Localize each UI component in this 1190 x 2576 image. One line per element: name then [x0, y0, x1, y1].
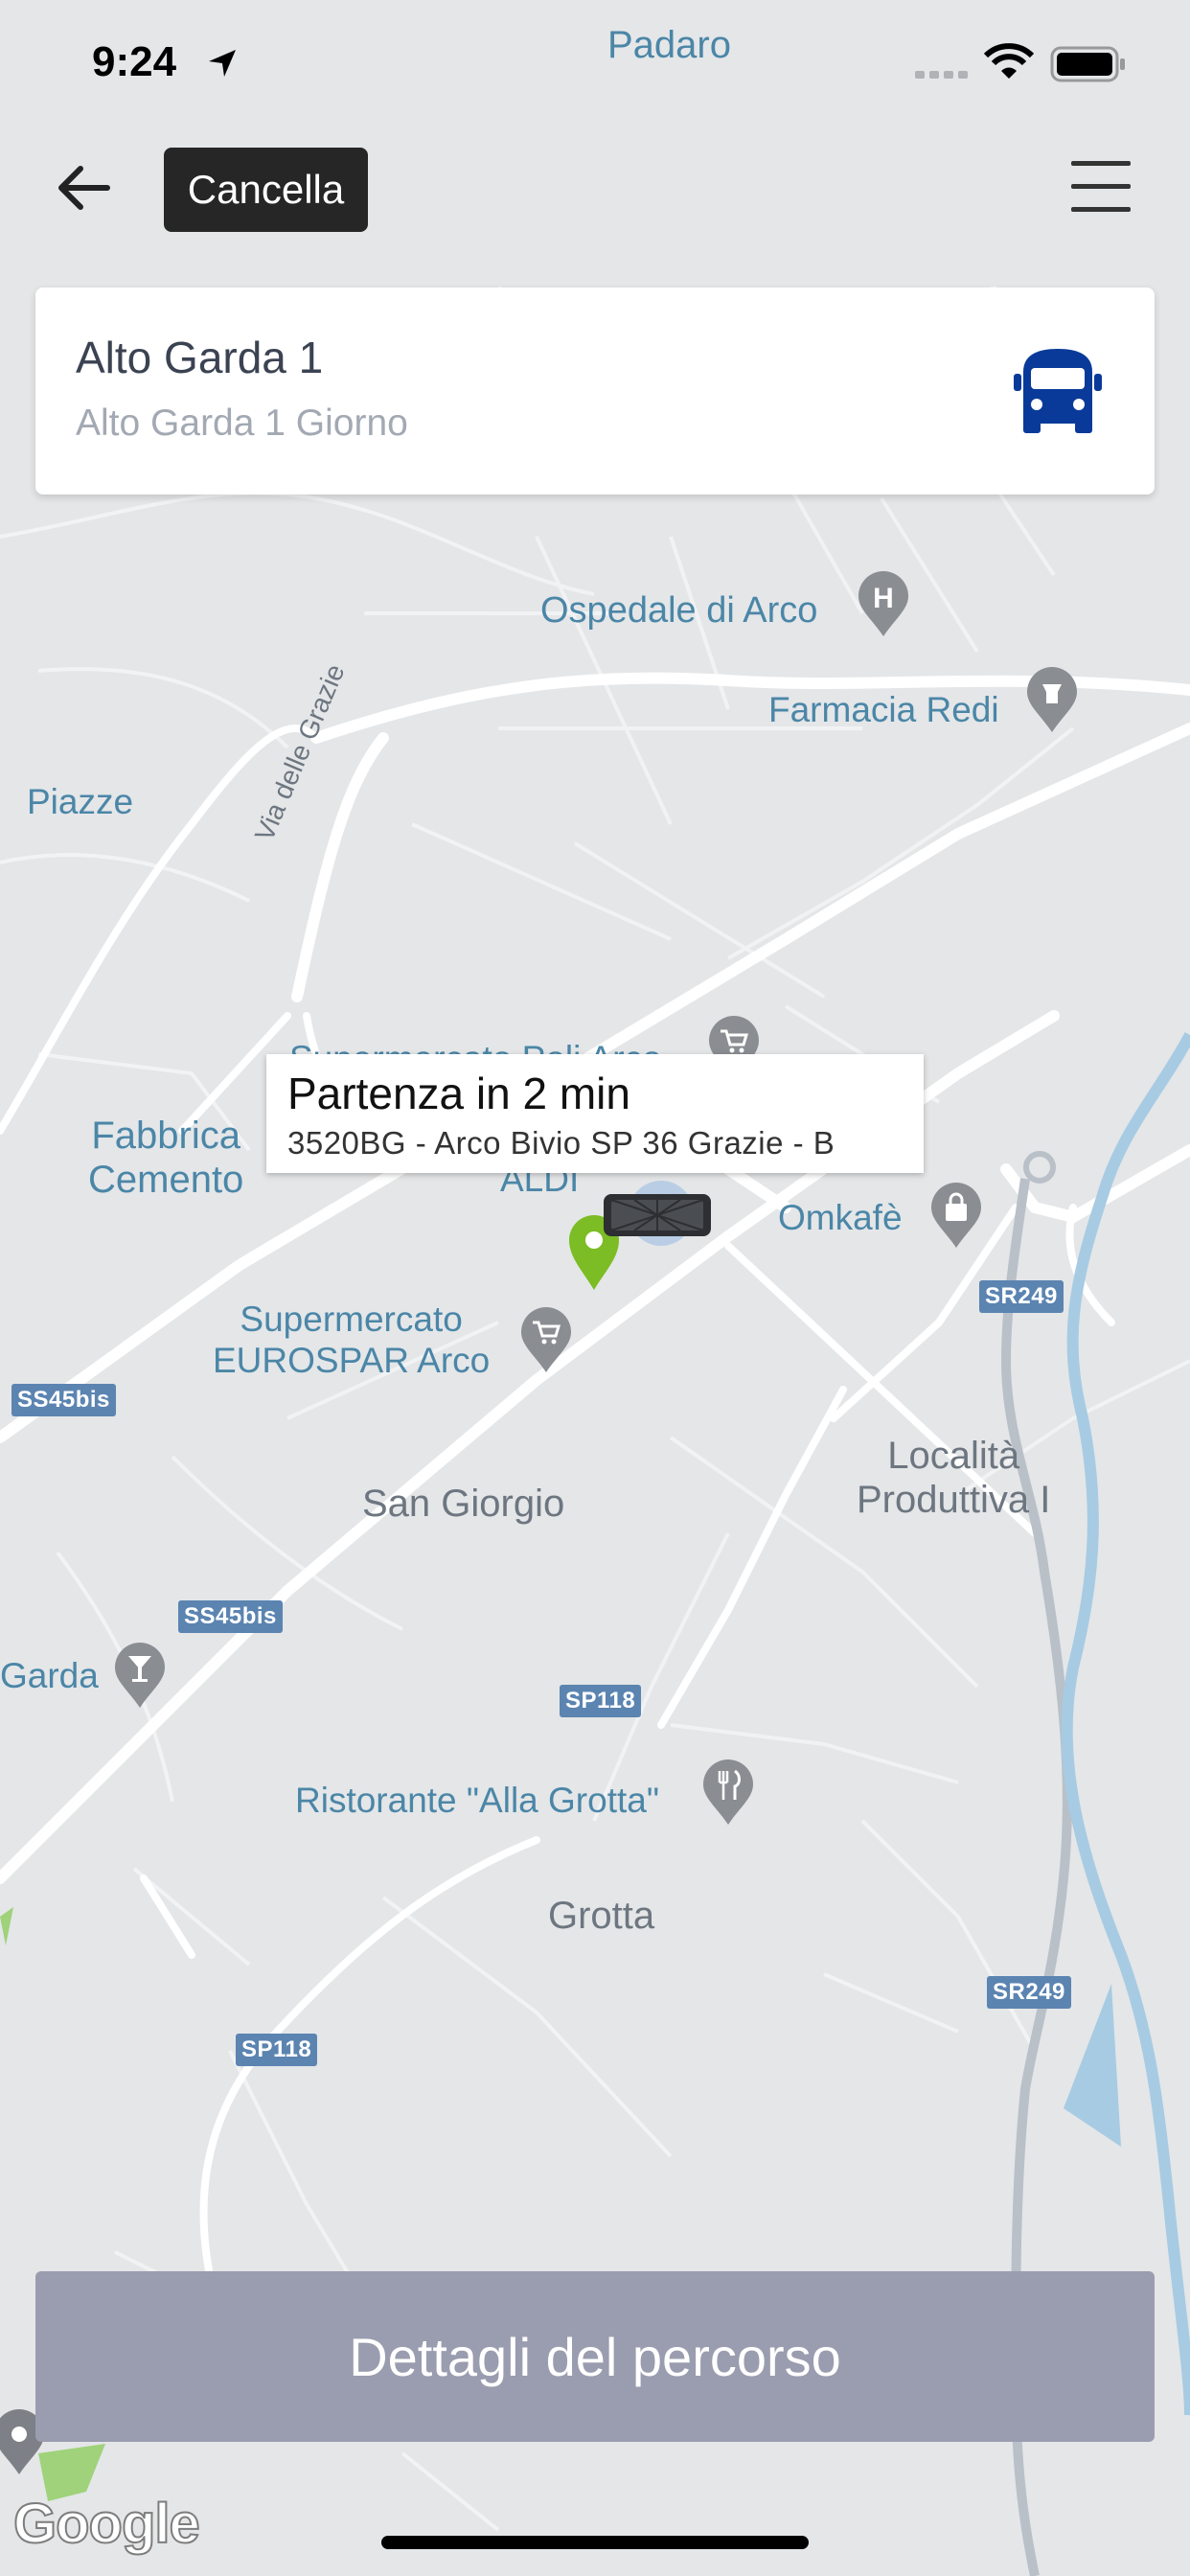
map-label-ristorante: Ristorante "Alla Grotta"	[295, 1781, 659, 1820]
cancel-button[interactable]: Cancella	[164, 148, 368, 232]
stop-name: 3520BG - Arco Bivio SP 36 Grazie - B	[287, 1125, 835, 1161]
hamburger-menu-icon[interactable]	[1071, 161, 1131, 212]
departure-callout[interactable]: Partenza in 2 min 3520BG - Arco Bivio SP…	[266, 1054, 924, 1173]
route-details-button[interactable]: Dettagli del percorso	[35, 2271, 1155, 2442]
road-tag-ss45bis: SS45bis	[178, 1600, 283, 1633]
map-label-localita: Località Produttiva I	[857, 1434, 1050, 1522]
battery-icon	[1050, 46, 1125, 82]
map-label-eurospar: Supermercato EUROSPAR Arco	[213, 1300, 490, 1381]
map-label-piazze: Piazze	[27, 782, 134, 821]
map-label-fabbrica-line1: Fabbrica	[91, 1115, 240, 1157]
hospital-pin-icon[interactable]: H	[855, 569, 912, 638]
map-label-farmacia: Farmacia Redi	[768, 690, 999, 729]
bus-vehicle-icon[interactable]	[600, 1188, 715, 1242]
road-tag-sp118: SP118	[236, 2034, 318, 2066]
location-arrow-icon	[209, 50, 236, 77]
route-subtitle: Alto Garda 1 Giorno	[76, 402, 408, 444]
map-label-localita-line1: Località	[887, 1435, 1020, 1477]
bus-icon	[1014, 349, 1102, 433]
back-arrow-icon[interactable]	[54, 157, 115, 218]
road-tag-sr249: SR249	[979, 1280, 1064, 1313]
road-tag-sp118: SP118	[560, 1685, 642, 1717]
map-label-eurospar-line2: EUROSPAR Arco	[213, 1340, 491, 1380]
bar-pin-icon[interactable]	[111, 1641, 169, 1710]
route-card[interactable]: Alto Garda 1 Alto Garda 1 Giorno	[35, 288, 1155, 494]
departure-time: Partenza in 2 min	[287, 1069, 630, 1118]
google-logo: Google	[12, 2492, 201, 2556]
map-label-eurospar-line1: Supermercato	[240, 1300, 463, 1339]
status-time: 9:24	[92, 38, 177, 85]
map-label-san-giorgio: San Giorgio	[362, 1483, 565, 1525]
map-label-grotta: Grotta	[548, 1895, 655, 1937]
route-title: Alto Garda 1	[76, 333, 324, 382]
map-label-localita-line2: Produttiva I	[857, 1479, 1051, 1521]
map-label-fabbrica-line2: Cemento	[88, 1159, 244, 1201]
road-tag-sr249: SR249	[987, 1976, 1071, 2009]
shopping-cart-pin-icon[interactable]	[517, 1305, 575, 1374]
shopping-bag-pin-icon[interactable]	[927, 1181, 985, 1250]
home-indicator[interactable]	[381, 2536, 809, 2549]
map-label-garda: Garda	[0, 1656, 99, 1695]
cellular-signal-icon	[915, 71, 968, 79]
map-label-fabbrica: Fabbrica Cemento	[88, 1114, 243, 1202]
road-tag-ss45bis: SS45bis	[11, 1384, 116, 1416]
wifi-icon	[984, 43, 1034, 79]
map-label-omkafe: Omkafè	[778, 1198, 903, 1237]
map-label-padaro: Padaro	[607, 24, 731, 66]
svg-text:H: H	[873, 583, 894, 614]
restaurant-pin-icon[interactable]	[699, 1758, 757, 1827]
pharmacy-pin-icon[interactable]	[1023, 665, 1081, 734]
map-label-ospedale: Ospedale di Arco	[540, 590, 818, 631]
